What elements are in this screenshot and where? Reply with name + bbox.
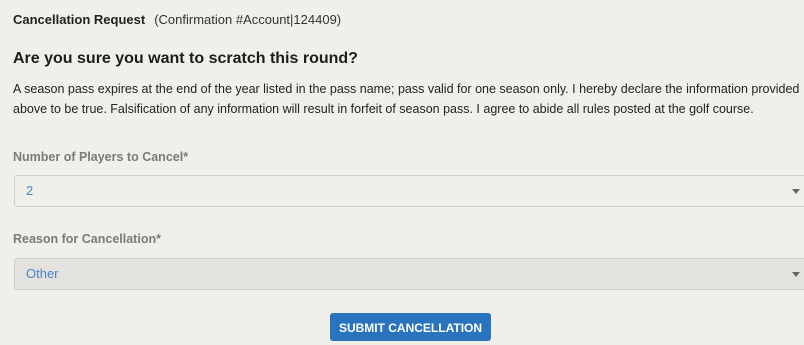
reason-selected-value: Other [26, 266, 59, 281]
reason-select[interactable]: Other [14, 258, 804, 290]
players-selected-value: 2 [26, 183, 34, 198]
confirmation-question: Are you sure you want to scratch this ro… [13, 50, 358, 67]
submit-cancellation-button[interactable]: SUBMIT CANCELLATION [330, 313, 491, 341]
season-pass-notice: A season pass expires at the end of the … [13, 82, 800, 116]
page-header: Cancellation Request (Confirmation #Accou… [13, 12, 341, 27]
chevron-down-icon [792, 272, 800, 277]
reason-label: Reason for Cancellation* [13, 232, 161, 246]
confirmation-number: (Confirmation #Account|124409) [154, 12, 342, 27]
players-select[interactable]: 2 [14, 175, 804, 207]
players-label: Number of Players to Cancel* [13, 150, 189, 164]
page-title: Cancellation Request [13, 12, 146, 27]
chevron-down-icon [792, 189, 800, 194]
